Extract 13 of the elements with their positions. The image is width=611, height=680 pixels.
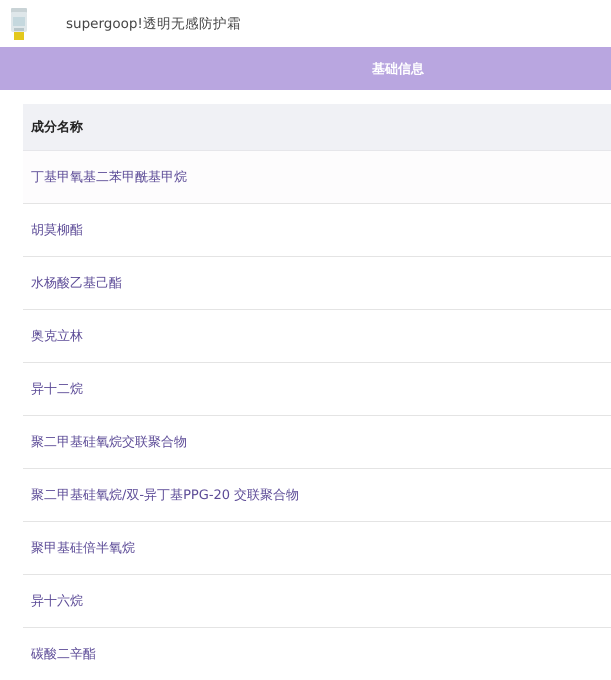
ingredient-name[interactable]: 异十二烷: [31, 380, 83, 398]
ingredient-name[interactable]: 胡莫柳酯: [31, 221, 83, 239]
ingredient-name[interactable]: 聚二甲基硅氧烷交联聚合物: [31, 433, 187, 451]
section-title: 基础信息: [372, 60, 424, 78]
ingredient-name[interactable]: 水杨酸乙基己酯: [31, 274, 122, 292]
ingredient-name[interactable]: 丁基甲氧基二苯甲酰基甲烷: [31, 168, 187, 186]
column-header: 成分名称: [31, 119, 83, 136]
ingredient-name[interactable]: 聚甲基硅倍半氧烷: [31, 539, 135, 557]
ingredient-name[interactable]: 异十六烷: [31, 592, 83, 610]
ingredient-name[interactable]: 聚二甲基硅氧烷/双-异丁基PPG-20 交联聚合物: [31, 486, 300, 504]
ingredient-name[interactable]: 碳酸二辛酯: [31, 645, 96, 663]
ingredient-name[interactable]: 奥克立林: [31, 327, 83, 345]
product-title: supergoop!透明无感防护霜: [66, 14, 241, 32]
